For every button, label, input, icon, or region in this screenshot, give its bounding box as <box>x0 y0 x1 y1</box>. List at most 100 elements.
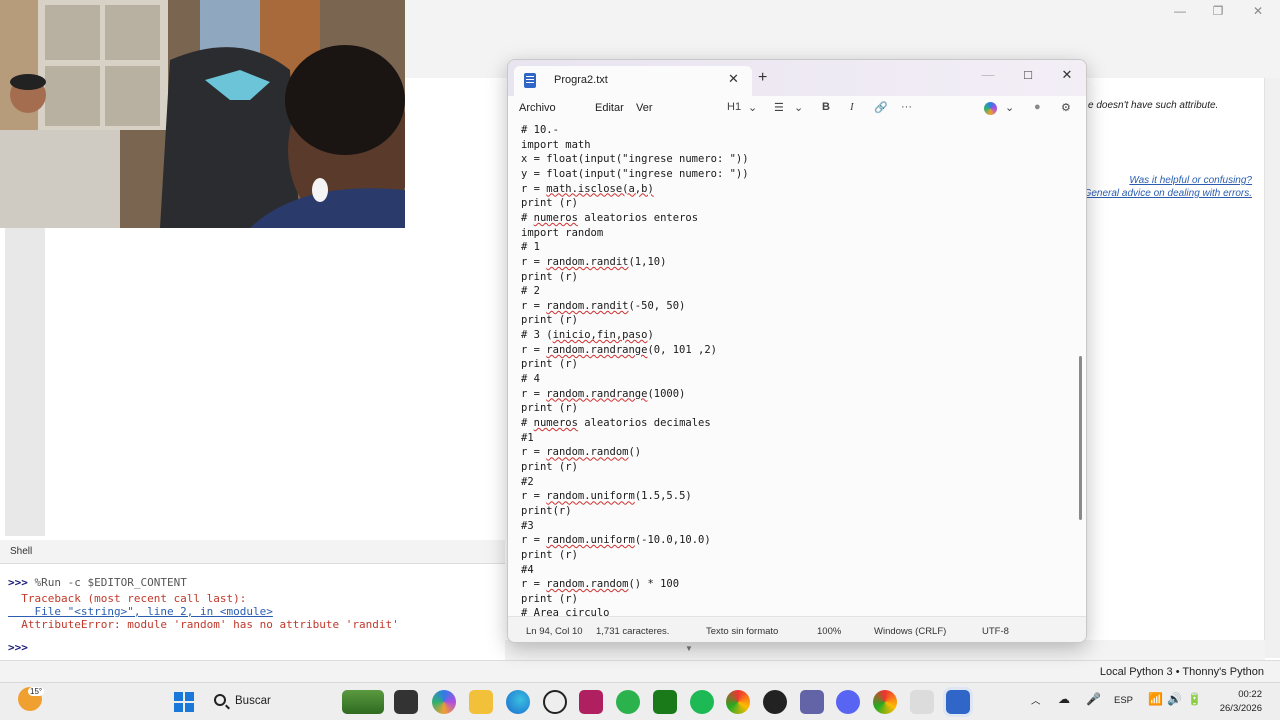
code-line: print(r) <box>521 504 572 517</box>
shell-prompt: >>> <box>8 576 28 589</box>
shell-tab-label: Shell <box>10 546 33 557</box>
code-line: print (r) <box>521 402 578 415</box>
notepad-window: Progra2.txt ✕ + — □ ✕ Archivo Editar Ver… <box>507 59 1087 643</box>
file-explorer-icon[interactable] <box>394 690 418 714</box>
thonny-icon[interactable] <box>910 690 934 714</box>
code-line: #4 <box>521 563 534 576</box>
line-ending[interactable]: Windows (CRLF) <box>874 626 946 637</box>
add-tab-button[interactable]: + <box>758 70 767 86</box>
shell-error-message: AttributeError: module 'random' has no a… <box>8 618 399 631</box>
close-tab-icon[interactable]: ✕ <box>728 71 739 87</box>
chrome-icon[interactable] <box>726 690 750 714</box>
discord-icon[interactable] <box>836 690 860 714</box>
zoom-level[interactable]: 100% <box>817 626 841 637</box>
notepad-text-area[interactable]: # 10.- import math x = float(input("ingres… <box>508 122 1074 616</box>
assistant-scrollbar[interactable] <box>1264 78 1280 658</box>
start-button[interactable] <box>172 690 196 714</box>
volume-icon[interactable]: 🔊 <box>1167 692 1182 706</box>
thonny-close-button[interactable]: ✕ <box>1238 2 1278 20</box>
edge-icon[interactable] <box>506 690 530 714</box>
menu-archivo[interactable]: Archivo <box>519 102 556 114</box>
bold-button[interactable]: B <box>822 101 830 113</box>
notepad-taskbar-icon[interactable] <box>946 690 970 714</box>
chevron-down-icon[interactable]: ⌄ <box>748 101 757 114</box>
notepad-tab[interactable]: Progra2.txt ✕ <box>514 66 752 96</box>
obs-icon[interactable] <box>763 690 787 714</box>
code-line: r = random.randit(1,10) <box>521 255 667 268</box>
battery-icon[interactable]: 🔋 <box>1187 692 1202 706</box>
spellcheck-word: random.randrange <box>546 387 648 400</box>
shell-traceback-link[interactable]: File "<string>", line 2, in <module> <box>8 605 272 618</box>
chevron-down-icon[interactable]: ⌄ <box>794 101 803 114</box>
spellcheck-word: random.random <box>546 578 629 591</box>
shell-scrollbar[interactable]: ▼ <box>505 640 1265 660</box>
teams-icon[interactable] <box>800 690 824 714</box>
assistant-panel <box>1087 78 1264 658</box>
assistant-feedback-link[interactable]: Was it helpful or confusing? <box>1129 175 1252 186</box>
thonny-minimize-button[interactable]: — <box>1160 2 1200 20</box>
character-count: 1,731 caracteres. <box>596 626 670 637</box>
chevron-down-icon[interactable]: ⌄ <box>1005 101 1014 114</box>
assistant-message: e doesn't have such attribute. <box>1088 100 1219 111</box>
xbox-icon[interactable] <box>653 690 677 714</box>
whatsapp-icon[interactable] <box>616 690 640 714</box>
spellcheck-word: random.randit <box>546 299 629 312</box>
cloud-icon[interactable]: ☁ <box>1058 692 1070 706</box>
clock-date: 26/3/2026 <box>1219 703 1262 714</box>
spotify-icon[interactable] <box>690 690 714 714</box>
onenote-icon[interactable] <box>579 690 603 714</box>
chrome-profile-icon[interactable] <box>873 690 897 714</box>
webcam-overlay <box>0 0 405 228</box>
nature-widget-icon[interactable] <box>342 690 384 714</box>
code-line: import random <box>521 226 604 239</box>
code-line: print (r) <box>521 358 578 371</box>
spellcheck-word: random.randrange <box>546 343 648 356</box>
taskbar-search[interactable]: Buscar <box>206 690 332 714</box>
copilot-icon[interactable] <box>432 690 456 714</box>
code-line: # 2 <box>521 285 540 298</box>
shell-command: %Run -c $EDITOR_CONTENT <box>27 576 187 589</box>
language-indicator[interactable]: ESP <box>1114 695 1133 706</box>
microphone-icon[interactable]: 🎤 <box>1086 692 1101 706</box>
clock[interactable]: 00:22 26/3/2026 <box>1220 688 1262 716</box>
list-icon[interactable]: ☰ <box>774 101 784 114</box>
encoding[interactable]: UTF-8 <box>982 626 1009 637</box>
wifi-icon[interactable]: 📶 <box>1148 692 1163 706</box>
weather-temperature: 15° <box>28 687 45 696</box>
notepad-minimize-button[interactable]: — <box>968 64 1008 86</box>
webcam-image <box>0 0 405 228</box>
heading-button[interactable]: H1 <box>727 101 741 113</box>
shell-traceback: Traceback (most recent call last): <box>8 592 247 605</box>
settings-icon[interactable]: ⚙ <box>1061 101 1071 114</box>
notepad-close-button[interactable]: ✕ <box>1047 64 1086 86</box>
notepad-titlebar: Progra2.txt ✕ + — □ ✕ <box>508 60 1086 96</box>
thonny-editor[interactable] <box>45 228 505 536</box>
notepad-scrollbar[interactable] <box>1079 356 1082 520</box>
menu-editar[interactable]: Editar <box>595 102 624 114</box>
folder-icon[interactable] <box>469 690 493 714</box>
spellcheck-word: numeros <box>533 417 578 429</box>
shell-console[interactable]: >>> %Run -c $EDITOR_CONTENT Traceback (m… <box>0 564 505 660</box>
thonny-titlebar <box>405 0 1280 34</box>
spellcheck-word: random.uniform <box>546 490 635 503</box>
notepad-maximize-button[interactable]: □ <box>1008 64 1048 86</box>
code-line: #2 <box>521 475 534 488</box>
code-line: r = random.uniform(1.5,5.5) <box>521 490 692 503</box>
shell-tab[interactable]: Shell <box>0 540 505 564</box>
interpreter-status[interactable]: Local Python 3 • Thonny's Python <box>1100 666 1264 678</box>
code-line: y = float(input("ingrese numero: ")) <box>521 167 749 180</box>
chevron-down-icon[interactable]: ▼ <box>685 644 693 653</box>
chevron-up-icon[interactable]: ︿ <box>1031 693 1041 707</box>
thonny-restore-button[interactable]: ❐ <box>1198 2 1238 20</box>
account-icon[interactable]: ● <box>1034 101 1041 113</box>
chatgpt-icon[interactable] <box>543 690 567 714</box>
text-format[interactable]: Texto sin formato <box>706 626 778 637</box>
assistant-advice-link[interactable]: General advice on dealing with errors. <box>1084 188 1252 199</box>
italic-button[interactable]: I <box>850 101 854 113</box>
copilot-icon[interactable] <box>984 102 997 115</box>
shell-prompt: >>> <box>8 641 28 654</box>
notepad-menubar: Archivo Editar Ver H1 ⌄ ☰ ⌄ B I 🔗 ··· ⌄ … <box>508 96 1086 122</box>
more-options-icon[interactable]: ··· <box>901 101 912 113</box>
link-icon[interactable]: 🔗 <box>874 101 888 114</box>
menu-ver[interactable]: Ver <box>636 102 653 114</box>
